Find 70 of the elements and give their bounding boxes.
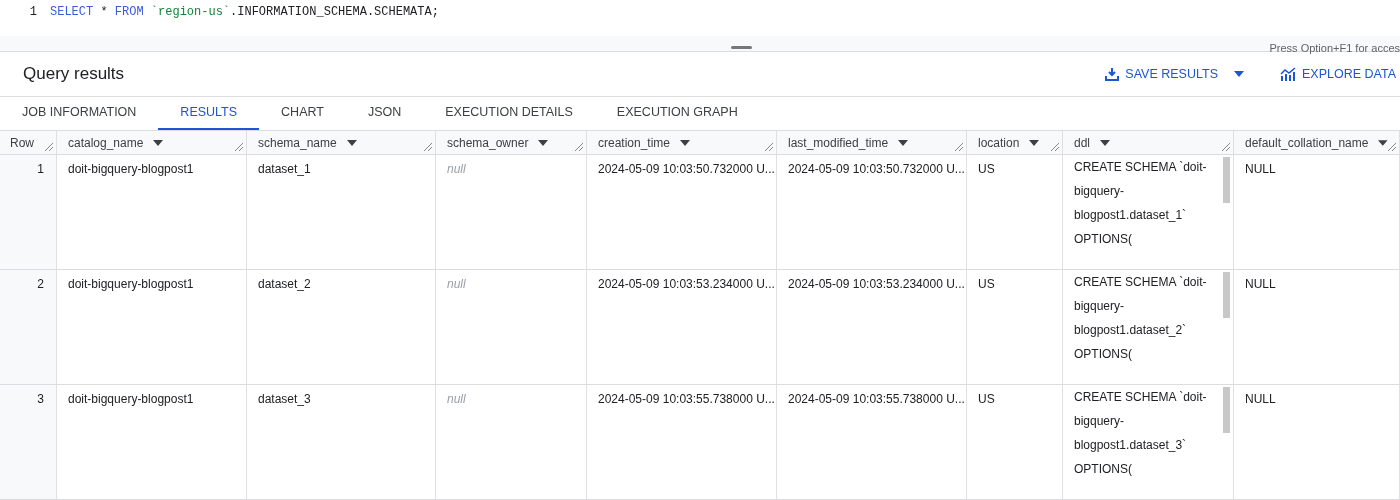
caret-icon: [1378, 139, 1388, 146]
scrollbar[interactable]: [1223, 272, 1230, 318]
caret-icon: [346, 139, 357, 146]
null-value: null: [447, 392, 466, 406]
cell-text: doit-bigquery-blogpost1: [68, 162, 194, 176]
cell-text: 2024-05-09 10:03:55.738000 U...: [598, 392, 775, 406]
resize-handle-icon[interactable]: [1388, 143, 1396, 151]
cell-text: dataset_3: [258, 392, 311, 406]
row-number: 1: [37, 162, 44, 176]
tab[interactable]: JSON: [345, 97, 424, 131]
accessibility-hint: Press Option+F1 for acces: [1269, 41, 1400, 56]
column-header[interactable]: schema_owner: [436, 131, 587, 154]
column-header[interactable]: creation_time: [587, 131, 777, 154]
caret-icon: [1100, 139, 1110, 146]
sql-code: SELECT * FROM `region-us`.INFORMATION_SCHEMA.SCHEMATA;: [50, 4, 439, 21]
resize-handle-icon[interactable]: [235, 143, 243, 151]
tab[interactable]: JOB INFORMATION: [0, 97, 159, 131]
cell-text: NULL: [1245, 277, 1276, 291]
column-header[interactable]: schema_name: [247, 131, 436, 154]
cell-text: NULL: [1245, 162, 1276, 176]
resize-handle-icon[interactable]: [1222, 143, 1230, 151]
row-number: 2: [37, 277, 44, 291]
cell-text: 2024-05-09 10:03:50.732000 U...: [788, 162, 965, 176]
line-number: 1: [28, 4, 38, 21]
cell-text: dataset_1: [258, 162, 311, 176]
column-header[interactable]: ddl: [1063, 131, 1234, 154]
resize-handle-icon[interactable]: [955, 143, 963, 151]
column-header[interactable]: default_collation_name: [1234, 131, 1400, 154]
tab[interactable]: EXECUTION DETAILS: [423, 97, 595, 131]
cell-text: doit-bigquery-blogpost1: [68, 392, 194, 406]
chart-icon: [1280, 67, 1296, 82]
resize-handle-icon[interactable]: [1051, 143, 1059, 151]
resize-handle-icon[interactable]: [45, 143, 53, 151]
cell-text: 2024-05-09 10:03:55.738000 U...: [788, 392, 965, 406]
null-value: null: [447, 162, 466, 176]
row-number: 3: [37, 392, 44, 406]
ddl-text: CREATE SCHEMA `doit- bigquery- blogpost1.dataset_3` OPTIONS(: [1074, 389, 1208, 478]
column-header[interactable]: last_modified_time: [777, 131, 967, 154]
resize-handle[interactable]: [731, 45, 752, 49]
resize-handle-icon[interactable]: [765, 143, 773, 151]
action-button[interactable]: EXPLORE DATA: [1280, 64, 1396, 84]
column-header[interactable]: catalog_name: [57, 131, 247, 154]
resize-handle-icon[interactable]: [575, 143, 583, 151]
cell-text: 2024-05-09 10:03:53.234000 U...: [788, 277, 965, 291]
column-header[interactable]: location: [967, 131, 1063, 154]
ddl-text: CREATE SCHEMA `doit- bigquery- blogpost1.dataset_1` OPTIONS(: [1074, 159, 1208, 248]
ddl-text: CREATE SCHEMA `doit- bigquery- blogpost1.dataset_2` OPTIONS(: [1074, 274, 1208, 363]
cell-text: US: [978, 162, 995, 176]
cell-text: 2024-05-09 10:03:50.732000 U...: [598, 162, 775, 176]
scrollbar[interactable]: [1223, 387, 1230, 433]
resize-handle-icon[interactable]: [424, 143, 432, 151]
results-title: Query results: [23, 63, 125, 86]
tab[interactable]: CHART: [259, 97, 346, 131]
cell-text: 2024-05-09 10:03:53.234000 U...: [598, 277, 775, 291]
column-header[interactable]: Row: [0, 131, 57, 154]
cell-text: US: [978, 392, 995, 406]
caret-icon: [898, 139, 909, 146]
scrollbar[interactable]: [1223, 157, 1230, 203]
tab[interactable]: EXECUTION GRAPH: [594, 97, 760, 131]
download-icon: [1105, 67, 1120, 82]
cell-text: dataset_2: [258, 277, 311, 291]
null-value: null: [447, 277, 466, 291]
cell-text: US: [978, 277, 995, 291]
caret-icon: [680, 139, 691, 146]
caret-icon: [538, 139, 549, 146]
caret-icon: [153, 139, 164, 146]
cell-text: doit-bigquery-blogpost1: [68, 277, 194, 291]
action-button[interactable]: SAVE RESULTS: [1105, 64, 1244, 84]
cell-text: NULL: [1245, 392, 1276, 406]
caret-icon: [1029, 139, 1040, 146]
